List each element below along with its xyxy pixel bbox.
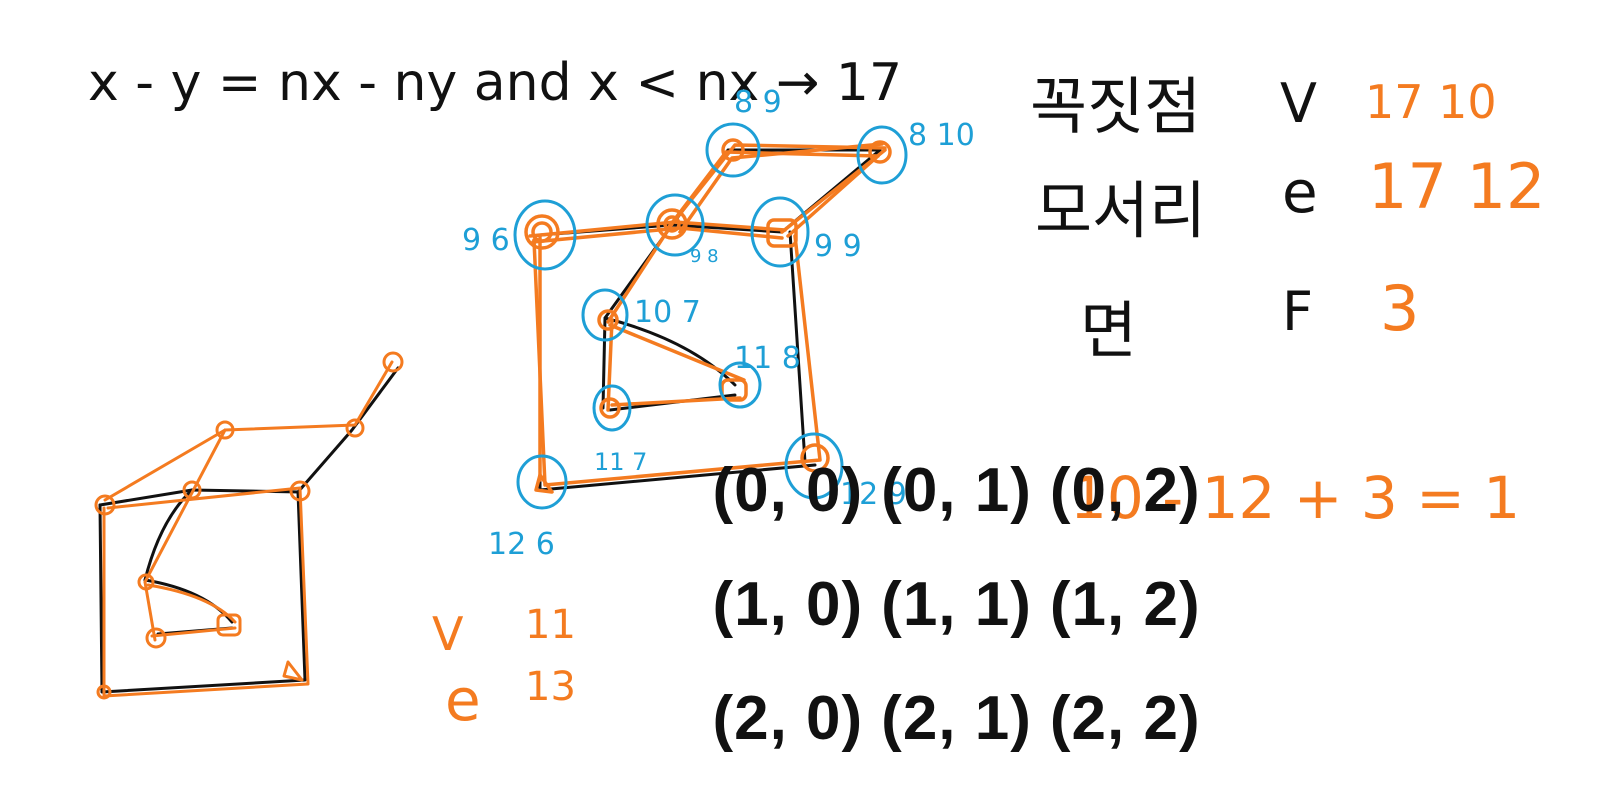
grid-cell: (2, 0) bbox=[712, 684, 864, 753]
small-v-value: 11 bbox=[525, 602, 576, 648]
left-graph-orange-edges bbox=[102, 360, 394, 698]
node-label: 10 7 bbox=[634, 295, 701, 330]
node-label: 9 9 bbox=[814, 229, 862, 264]
left-graph-nodes bbox=[94, 351, 404, 700]
grid-cell: (2, 2) bbox=[1049, 684, 1201, 753]
left-node bbox=[282, 660, 304, 682]
main-node bbox=[531, 221, 553, 243]
grid-row-0: (0, 0) (0, 1) (0, 2) bbox=[676, 398, 1219, 522]
legend-face-values: 3 bbox=[1380, 272, 1419, 345]
grid-cell: (2, 1) bbox=[881, 684, 1032, 753]
main-node bbox=[524, 214, 560, 250]
node-label: 9 8 bbox=[690, 246, 719, 267]
legend-face-korean: 면 bbox=[1080, 294, 1137, 367]
node-label: 9 6 bbox=[462, 223, 510, 258]
node-label: 11 8 bbox=[734, 341, 801, 376]
legend-vertex-korean: 꼭짓점 bbox=[1030, 70, 1201, 143]
grid-row-2: (2, 0) (2, 1) (2, 2) bbox=[676, 626, 1219, 750]
legend-edge-korean: 모서리 bbox=[1035, 174, 1206, 247]
left-graph-black-edges bbox=[98, 366, 400, 694]
node-label: 8 10 bbox=[908, 118, 975, 153]
legend-edge-symbol: e bbox=[1282, 158, 1318, 226]
grid-row-1: (1, 0) (1, 1) (1, 2) bbox=[676, 512, 1219, 636]
node-label: 8 9 bbox=[734, 85, 782, 120]
node-label: 11 7 bbox=[594, 448, 647, 476]
legend-vertex-symbol: V bbox=[1280, 72, 1317, 135]
small-e-value: 13 bbox=[525, 664, 576, 710]
legend: 꼭짓점 V 17 10 모서리 e 17 12 면 F 3 bbox=[1030, 70, 1546, 367]
small-e-label: e bbox=[445, 666, 481, 734]
legend-vertex-values: 17 10 bbox=[1365, 75, 1497, 129]
node-label: 12 6 bbox=[488, 527, 555, 562]
legend-edge-values: 17 12 bbox=[1368, 150, 1546, 223]
small-v-label: V bbox=[432, 607, 464, 661]
legend-face-symbol: F bbox=[1282, 280, 1313, 343]
left-graph bbox=[94, 351, 404, 700]
